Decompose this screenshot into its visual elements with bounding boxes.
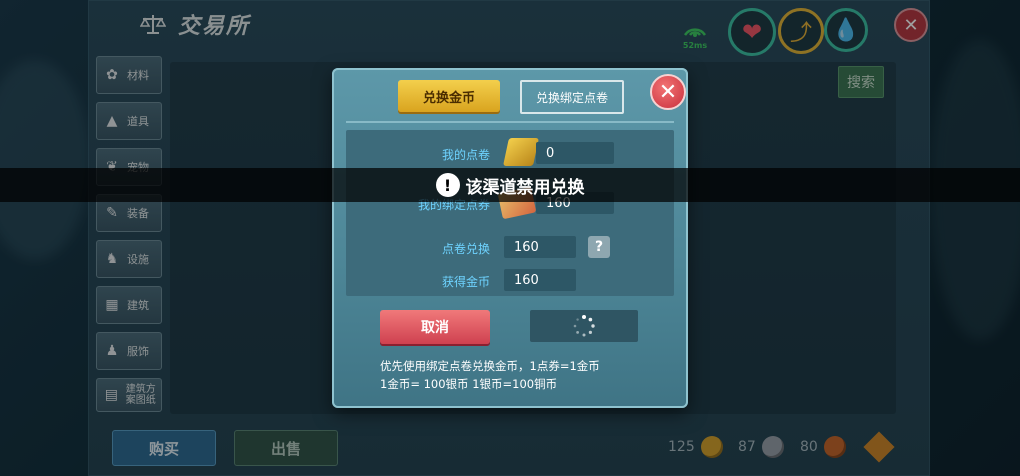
exchange-note-line1: 优先使用绑定点卷兑换金币，1点券=1金币 — [380, 359, 600, 373]
game-screen: 交易所 搜索 ✿ 材料 ▲ 道具 ❦ 宠物 ✎ 装备 ♞ 设施 ▦ 建筑 ♟ 服… — [0, 0, 1020, 476]
materials-icon: ✿ — [106, 67, 118, 83]
silver-amount: 87 — [738, 439, 756, 455]
sidebar-item-buildings[interactable]: ▦ 建筑 — [96, 286, 162, 324]
my-points-label: 我的点卷 — [441, 148, 490, 162]
sidebar-item-label: 服饰 — [127, 345, 149, 358]
tab-exchange-gold[interactable]: 兑换金币 — [398, 80, 500, 112]
copper-currency: 80 — [800, 436, 846, 458]
close-icon: ✕ — [903, 14, 919, 36]
silver-currency: 87 — [738, 436, 784, 458]
sidebar-item-label: 建筑方案图纸 — [125, 384, 156, 406]
sidebar-item-label: 建筑 — [127, 299, 149, 312]
page-title: 交易所 — [178, 14, 251, 39]
water-drop-icon: 💧 — [832, 17, 860, 43]
exchange-amount-label: 点卷兑换 — [441, 242, 490, 256]
obtain-gold-label: 获得金币 — [441, 275, 490, 289]
copper-amount: 80 — [800, 439, 818, 455]
sidebar-item-blueprints[interactable]: ▤ 建筑方案图纸 — [96, 378, 162, 412]
network-status: 52ms — [680, 22, 710, 50]
window-title: 交易所 — [140, 8, 250, 40]
confirm-button[interactable] — [530, 310, 638, 342]
food-icon: ⤴ — [789, 21, 812, 46]
sidebar-item-label: 道具 — [127, 115, 149, 128]
sidebar-item-label: 材料 — [127, 69, 149, 82]
toast-message: ! 该渠道禁用兑换 — [0, 168, 1020, 202]
scale-icon — [140, 15, 166, 34]
main-close-button[interactable]: ✕ — [894, 8, 928, 42]
close-icon: ✕ — [658, 79, 678, 105]
point-ticket-icon — [503, 138, 539, 166]
tab-exchange-bound-points[interactable]: 兑换绑定点卷 — [520, 80, 624, 114]
gold-amount: 125 — [668, 439, 695, 455]
health-button[interactable]: ❤ — [728, 8, 776, 56]
sidebar-item-facilities[interactable]: ♞ 设施 — [96, 240, 162, 278]
warning-icon: ! — [435, 173, 460, 197]
item-icon: ▲ — [106, 113, 118, 129]
buy-tab-button[interactable]: 购买 — [112, 430, 216, 466]
facility-icon: ♞ — [105, 251, 119, 267]
water-button[interactable]: 💧 — [824, 8, 868, 52]
dialog-divider — [346, 121, 674, 123]
heart-icon: ❤ — [741, 18, 763, 46]
hunger-button[interactable]: ⤴ — [778, 8, 824, 54]
sell-tab-button[interactable]: 出售 — [234, 430, 338, 466]
gold-coin-icon — [700, 436, 723, 458]
background-scenery — [0, 60, 90, 260]
silver-coin-icon — [761, 436, 784, 458]
toast-text: 该渠道禁用兑换 — [465, 177, 585, 198]
loading-spinner-icon — [573, 315, 595, 337]
cancel-button[interactable]: 取消 — [380, 310, 490, 344]
sidebar-item-label: 设施 — [127, 253, 149, 266]
exchange-note-line2: 1金币= 100银币 1银币=100铜币 — [380, 377, 558, 391]
dialog-close-button[interactable]: ✕ — [650, 74, 686, 110]
building-icon: ▦ — [105, 297, 119, 313]
sidebar-item-clothing[interactable]: ♟ 服饰 — [96, 332, 162, 370]
copper-coin-icon — [823, 436, 846, 458]
sidebar-item-materials[interactable]: ✿ 材料 — [96, 56, 162, 94]
wifi-signal-icon — [683, 28, 707, 37]
obtain-gold-value: 160 — [504, 269, 576, 291]
help-button[interactable]: ? — [588, 236, 610, 258]
gold-currency: 125 — [668, 436, 723, 458]
my-points-value: 0 — [536, 142, 614, 164]
clothing-icon: ♟ — [105, 343, 119, 359]
equipment-icon: ✎ — [106, 205, 118, 221]
search-button[interactable]: 搜索 — [838, 66, 884, 98]
blueprint-icon: ▤ — [104, 386, 118, 403]
sidebar-item-items[interactable]: ▲ 道具 — [96, 102, 162, 140]
sidebar-item-label: 装备 — [127, 207, 149, 220]
exchange-amount-input[interactable]: 160 — [504, 236, 576, 258]
ping-text: 52ms — [682, 41, 708, 50]
